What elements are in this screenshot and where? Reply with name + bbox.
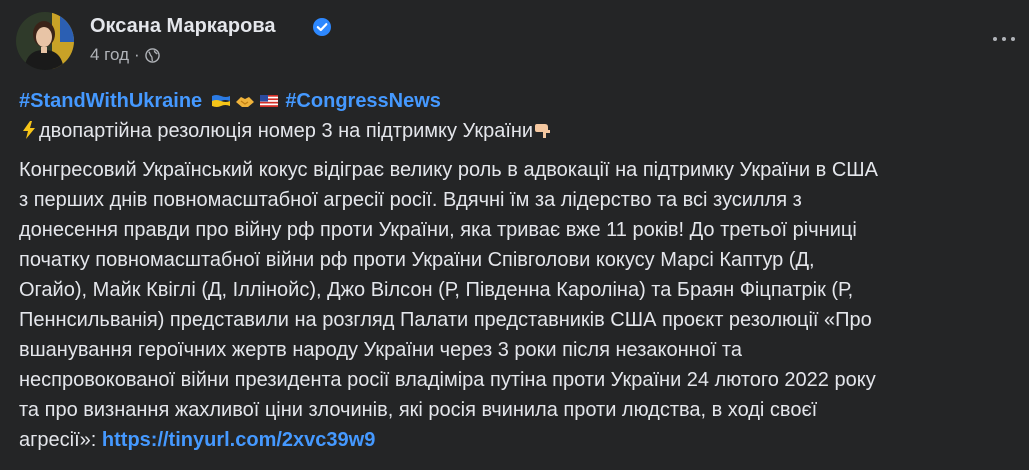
- body-line: неспровокованої війни президента росії в…: [19, 369, 876, 391]
- more-options-icon[interactable]: [985, 22, 1025, 46]
- hashtag-standwithukraine[interactable]: #StandWithUkraine: [19, 90, 202, 112]
- body-line: донесення правди про війну рф проти Укра…: [19, 219, 857, 241]
- body-line: початку повномасштабної війни рф проти У…: [19, 249, 815, 271]
- post-meta: 4 год ·: [90, 45, 160, 65]
- body-line: Огайо), Майк Квіглі (Д, Іллінойс), Джо В…: [19, 279, 854, 301]
- lightning-icon: [23, 121, 35, 139]
- facebook-post: Оксана Маркарова 4 год · #StandWithUkrai…: [0, 0, 1029, 470]
- ukraine-flag-icon: [211, 95, 230, 107]
- body-line: та про визнання жахливої ціни злочинів, …: [19, 399, 818, 421]
- headline-text: двопартійна резолюція номер 3 на підтрим…: [39, 120, 534, 142]
- last-line-prefix: агресії»:: [19, 429, 102, 451]
- body-line: Пеннсильванія) представили на розгляд Па…: [19, 309, 872, 331]
- hashtags-line: #StandWithUkraine #CongressNews: [19, 86, 1027, 116]
- profile-photo: [16, 12, 74, 70]
- pointing-down-hand-icon: [535, 124, 551, 138]
- body-line: Конгресовий Український кокус відіграє в…: [19, 159, 878, 181]
- handshake-icon: [235, 97, 254, 107]
- globe-icon[interactable]: [144, 47, 160, 63]
- post-time[interactable]: 4 год: [90, 45, 129, 65]
- verified-badge-icon: [313, 18, 331, 36]
- body-line: з перших днів повномасштабної агресії ро…: [19, 189, 802, 211]
- body-line: вшанування героїчних жертв народу Україн…: [19, 339, 742, 361]
- meta-separator: ·: [134, 45, 140, 64]
- us-flag-icon: [259, 95, 278, 107]
- post-link[interactable]: https://tinyurl.com/2xvc39w9: [102, 429, 375, 451]
- body-last-line: агресії»: https://tinyurl.com/2xvc39w9: [19, 425, 375, 455]
- author-avatar[interactable]: [16, 12, 74, 70]
- headline-line: двопартійна резолюція номер 3 на підтрим…: [19, 116, 1027, 146]
- author-name[interactable]: Оксана Маркарова: [90, 15, 276, 38]
- hashtag-congressnews[interactable]: #CongressNews: [285, 90, 441, 112]
